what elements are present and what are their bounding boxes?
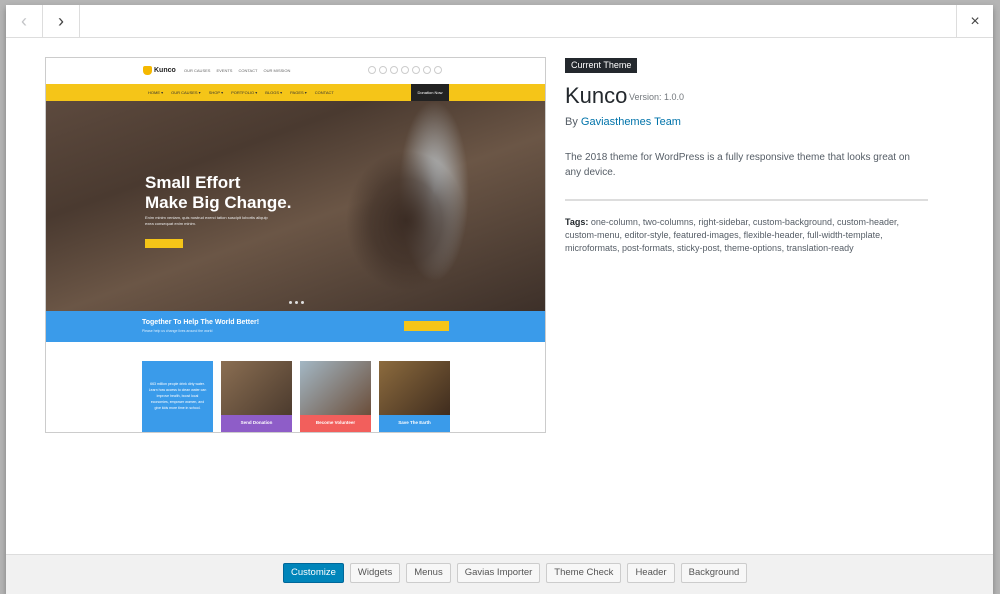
screenshot-nav-link: HOME ▾	[148, 90, 164, 95]
close-button[interactable]: ×	[956, 5, 993, 38]
screenshot-card: Send Donation	[221, 361, 292, 432]
screenshot-nav-link: PORTFOLIO ▾	[231, 90, 258, 95]
previous-theme-button[interactable]: ‹	[6, 5, 43, 38]
chevron-left-icon: ‹	[21, 11, 27, 31]
header-button[interactable]: Header	[627, 563, 675, 583]
facebook-icon	[368, 66, 376, 74]
screenshot-nav-links: HOME ▾ OUR CAUSES ▾ SHOP ▾ PORTFOLIO ▾ B…	[148, 90, 334, 95]
chevron-right-icon: ›	[58, 11, 64, 31]
screenshot-nav-link: OUR CAUSES ▾	[171, 90, 201, 95]
screenshot-band-button	[404, 321, 449, 331]
card-photo	[221, 361, 292, 415]
theme-actions: Customize Widgets Menus Gavias Importer …	[283, 563, 748, 583]
divider	[565, 199, 928, 201]
widgets-button[interactable]: Widgets	[349, 563, 401, 583]
google-plus-icon	[390, 66, 398, 74]
theme-name: Kunco	[565, 83, 628, 108]
screenshot-band-title: Together To Help The World Better!	[142, 319, 260, 326]
theme-description: The 2018 theme for WordPress is a fully …	[565, 152, 910, 178]
cart-icon	[434, 66, 442, 74]
screenshot-hero-image: Small Effort Make Big Change. Enim minim …	[46, 101, 545, 311]
gavias-importer-button[interactable]: Gavias Importer	[456, 563, 541, 583]
theme-author: By Gaviasthemes Team	[565, 116, 681, 128]
screenshot-hero-subtitle: Enim minim veniam, quis nostrud exerci t…	[145, 215, 268, 226]
screenshot-top-link: OUR MISSION	[263, 68, 291, 73]
theme-tags: Tags: one-column, two-columns, right-sid…	[565, 217, 900, 253]
screenshot-hero-title: Small Effort Make Big Change.	[145, 173, 292, 212]
card-photo	[300, 361, 371, 415]
screenshot-card: Save The Earth	[379, 361, 450, 432]
author-link[interactable]: Gaviasthemes Team	[581, 116, 681, 128]
screenshot-band-subtitle: Please help us change lives around the w…	[142, 329, 213, 333]
customize-button[interactable]: Customize	[283, 563, 344, 583]
modal-header: ‹ › ×	[6, 5, 993, 38]
next-theme-button[interactable]: ›	[43, 5, 80, 38]
screenshot-logo: Kunco	[143, 66, 176, 75]
screenshot-top-link: CONTACT	[238, 68, 258, 73]
screenshot-nav-link: BLOGS ▾	[265, 90, 283, 95]
screenshot-top-links: OUR CAUSES EVENTS CONTACT OUR MISSION	[184, 68, 290, 73]
screenshot-donate-button: Donation Now	[411, 84, 449, 101]
theme-details-modal: ‹ › × Kunco OUR CAUSES EVENTS CONTACT OU…	[6, 5, 993, 594]
screenshot-hero-button	[145, 239, 183, 248]
screenshot-nav: HOME ▾ OUR CAUSES ▾ SHOP ▾ PORTFOLIO ▾ B…	[46, 84, 545, 101]
close-icon: ×	[970, 12, 980, 30]
screenshot-card: Become Volunteer	[300, 361, 371, 432]
theme-check-button[interactable]: Theme Check	[546, 563, 622, 583]
menus-button[interactable]: Menus	[406, 563, 451, 583]
screenshot-topbar: Kunco OUR CAUSES EVENTS CONTACT OUR MISS…	[46, 58, 545, 84]
linkedin-icon	[401, 66, 409, 74]
theme-version: Version: 1.0.0	[629, 92, 685, 102]
screenshot-cards: 663 million people drink dirty water. Le…	[142, 361, 450, 432]
screenshot-top-link: OUR CAUSES	[184, 68, 211, 73]
pinterest-icon	[412, 66, 420, 74]
current-theme-badge: Current Theme	[565, 58, 638, 73]
modal-footer: Customize Widgets Menus Gavias Importer …	[6, 554, 993, 594]
hand-logo-icon	[143, 66, 152, 75]
screenshot-nav-link: PAGES ▾	[290, 90, 307, 95]
theme-screenshot: Kunco OUR CAUSES EVENTS CONTACT OUR MISS…	[45, 57, 546, 433]
screenshot-cta-band: Together To Help The World Better! Pleas…	[46, 311, 545, 342]
screenshot-slider-dots	[289, 301, 304, 304]
screenshot-nav-link: SHOP ▾	[208, 90, 224, 95]
twitter-icon	[379, 66, 387, 74]
card-photo	[379, 361, 450, 415]
screenshot-top-link: EVENTS	[216, 68, 233, 73]
search-icon	[423, 66, 431, 74]
background-button[interactable]: Background	[680, 563, 748, 583]
screenshot-nav-link: CONTACT	[314, 90, 334, 95]
screenshot-social-icons	[368, 66, 442, 74]
screenshot-card-intro: 663 million people drink dirty water. Le…	[142, 361, 213, 432]
